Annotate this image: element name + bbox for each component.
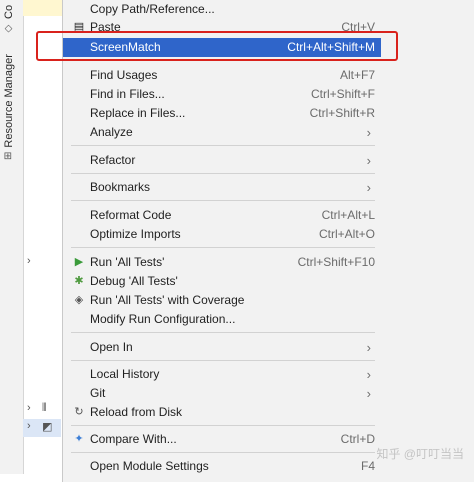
tree-node[interactable]: › ⫴: [23, 401, 61, 419]
menu-separator: [71, 452, 375, 453]
menu-item-label: Find in Files...: [90, 87, 165, 101]
diamond-icon: ◇: [3, 23, 14, 34]
menu-item-label: Run 'All Tests' with Coverage: [90, 293, 245, 307]
tree-node[interactable]: ›: [23, 254, 61, 272]
menu-item-find-usages[interactable]: Find Usages Alt+F7: [63, 66, 381, 85]
menu-separator: [71, 425, 375, 426]
menu-item-label: Reformat Code: [90, 208, 172, 222]
menu-item-local-history[interactable]: Local History ›: [63, 365, 381, 384]
menu-item-label: Compare With...: [90, 432, 177, 446]
menu-separator: [71, 173, 375, 174]
bug-icon: ✱: [74, 275, 84, 287]
menu-item-shortcut: Ctrl+D: [340, 432, 375, 446]
tool-tab-top-label: Co: [3, 4, 15, 19]
menu-item-label: Open Module Settings: [90, 459, 209, 473]
menu-item-label: Reload from Disk: [90, 405, 183, 419]
tool-tab-resource-manager-label: Resource Manager: [3, 54, 15, 148]
menu-item-git[interactable]: Git ›: [63, 384, 381, 403]
menu-item-label: Bookmarks: [90, 180, 151, 194]
menu-item-shortcut: Alt+F7: [339, 68, 375, 82]
chevron-right-icon[interactable]: ›: [27, 420, 31, 432]
menu-item-label: Local History: [90, 367, 160, 381]
tool-tab-resource-manager[interactable]: ⊞ Resource Manager: [3, 48, 19, 160]
menu-item-find-in-files[interactable]: Find in Files... Ctrl+Shift+F: [63, 85, 381, 104]
scratches-icon: ◩: [42, 421, 53, 433]
chevron-right-icon: ›: [366, 367, 371, 382]
menu-item-run-with-coverage[interactable]: ◈ Run 'All Tests' with Coverage: [63, 291, 381, 310]
chevron-right-icon[interactable]: ›: [27, 255, 31, 267]
menu-item-label: Copy Path/Reference...: [90, 2, 215, 16]
refresh-icon: ↻: [74, 406, 84, 418]
menu-separator: [71, 247, 375, 248]
menu-item-label: Debug 'All Tests': [90, 274, 178, 288]
chevron-right-icon: ›: [366, 153, 371, 168]
menu-item-shortcut: Ctrl+Alt+L: [321, 208, 375, 222]
menu-item-reformat-code[interactable]: Reformat Code Ctrl+Alt+L: [63, 206, 381, 225]
menu-item-modify-run-configuration[interactable]: Modify Run Configuration...: [63, 310, 381, 329]
menu-item-shortcut: Ctrl+Alt+O: [318, 227, 375, 241]
chevron-right-icon: ›: [366, 386, 371, 401]
menu-item-refactor[interactable]: Refactor ›: [63, 151, 381, 170]
menu-item-shortcut: Ctrl+Shift+F: [310, 87, 375, 101]
context-menu: Copy Path/Reference... ▤ Paste Ctrl+V Sc…: [62, 0, 474, 482]
menu-item-label: Modify Run Configuration...: [90, 312, 236, 326]
menu-item-label: Run 'All Tests': [90, 255, 165, 269]
project-tree-header: [23, 0, 62, 16]
chevron-right-icon[interactable]: ›: [27, 402, 31, 414]
menu-item-label: Open In: [90, 340, 133, 354]
menu-item-bookmarks[interactable]: Bookmarks ›: [63, 178, 381, 197]
menu-separator: [71, 332, 375, 333]
menu-item-optimize-imports[interactable]: Optimize Imports Ctrl+Alt+O: [63, 225, 381, 244]
menu-item-shortcut: F4: [360, 459, 375, 473]
menu-item-copy-path[interactable]: Copy Path/Reference...: [63, 0, 381, 19]
library-icon: ⫴: [42, 402, 47, 414]
watermark-text: 知乎 @叮叮当当: [376, 447, 464, 461]
menu-separator: [71, 200, 375, 201]
menu-item-label: Optimize Imports: [90, 227, 181, 241]
menu-item-label: Replace in Files...: [90, 106, 186, 120]
chevron-right-icon: ›: [366, 125, 371, 140]
menu-item-debug-all-tests[interactable]: ✱ Debug 'All Tests': [63, 272, 381, 291]
menu-item-open-module-settings[interactable]: Open Module Settings F4: [63, 457, 381, 476]
menu-item-shortcut: Ctrl+Shift+F10: [297, 255, 375, 269]
tool-tab-top[interactable]: ◇ Co: [3, 0, 19, 34]
menu-item-reload-from-disk[interactable]: ↻ Reload from Disk: [63, 403, 381, 422]
menu-item-open-in[interactable]: Open In ›: [63, 338, 381, 357]
menu-separator: [71, 145, 375, 146]
resource-manager-icon: ⊞: [3, 151, 14, 160]
menu-item-label: Refactor: [90, 153, 136, 167]
tool-window-strip: ◇ Co ⊞ Resource Manager: [0, 0, 24, 474]
menu-item-replace-in-files[interactable]: Replace in Files... Ctrl+Shift+R: [63, 104, 381, 123]
menu-item-run-all-tests[interactable]: ▶ Run 'All Tests' Ctrl+Shift+F10: [63, 253, 381, 272]
annotation-highlight-box: [36, 31, 398, 61]
menu-item-shortcut: Ctrl+Shift+R: [309, 106, 375, 120]
sparkle-arrows-icon: ✦: [74, 433, 84, 445]
menu-item-label: Analyze: [90, 125, 133, 139]
menu-separator: [71, 360, 375, 361]
tree-node-selected[interactable]: › ◩: [23, 419, 61, 437]
chevron-right-icon: ›: [366, 340, 371, 355]
chevron-right-icon: ›: [366, 180, 371, 195]
menu-item-label: Find Usages: [90, 68, 158, 82]
menu-item-label: Git: [90, 386, 106, 400]
play-icon: ▶: [74, 256, 84, 268]
shield-play-icon: ◈: [74, 294, 84, 306]
menu-item-compare-with[interactable]: ✦ Compare With... Ctrl+D: [63, 430, 381, 449]
menu-item-analyze[interactable]: Analyze ›: [63, 123, 381, 142]
